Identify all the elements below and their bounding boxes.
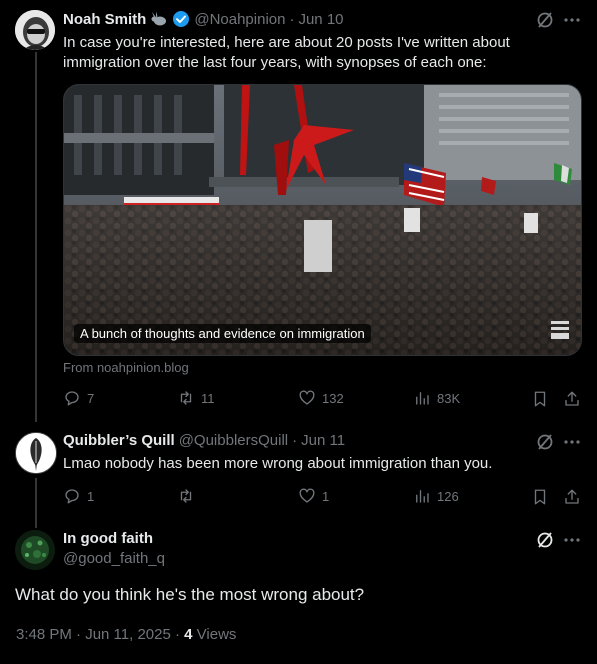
grok-icon[interactable] [535,432,555,452]
repost-count: 11 [201,390,215,406]
link-card[interactable]: A bunch of thoughts and evidence on immi… [63,84,582,356]
bookmark-icon [534,489,546,505]
post-timestamp-row: 3:48 PM · Jun 11, 2025 · 4 Views [16,626,236,643]
post-text: Lmao nobody has been more wrong about im… [63,455,493,472]
author-name[interactable]: Quibbler’s Quill [63,432,175,449]
like-button[interactable]: 132 [298,389,344,407]
views-icon [416,490,429,503]
share-icon [565,489,579,504]
post-timestamp[interactable]: 3:48 PM · Jun 11, 2025 · [16,626,180,643]
post1-header: Noah Smith @Noahpinion · Jun 10 [63,10,344,28]
author-handle[interactable]: @QuibblersQuill [179,432,288,449]
grok-icon[interactable] [535,10,555,30]
share-button[interactable] [562,487,582,507]
avatar-good-faith[interactable] [15,530,55,570]
card-source[interactable]: From noahpinion.blog [63,360,189,375]
more-icon[interactable] [562,432,582,452]
post-date[interactable]: Jun 11 [301,432,345,449]
author-name[interactable]: Noah Smith [63,11,146,28]
reply-button[interactable]: 7 [63,389,94,407]
share-button[interactable] [562,389,582,409]
bunny-icon [150,11,168,27]
thread-line-1 [35,52,37,422]
bookmark-button[interactable] [530,487,550,507]
views-count: 4 [184,626,193,643]
post-date[interactable]: Jun 10 [298,11,343,28]
reply-icon [65,489,79,504]
share-icon [565,391,579,406]
bookmark-button[interactable] [530,389,550,409]
thread-line-2 [35,478,37,528]
bookmark-icon [534,391,546,407]
reply-icon [65,391,79,406]
like-icon [299,390,315,405]
author-name[interactable]: In good faith [63,530,153,547]
post2-header: Quibbler’s Quill @QuibblersQuill · Jun 1… [63,432,345,449]
avatar-noah[interactable] [15,10,55,50]
reply-count: 1 [87,488,95,504]
verified-badge-icon [172,10,190,28]
repost-icon [180,391,192,405]
more-icon[interactable] [562,530,582,550]
post-text: In case you're interested, here are abou… [63,34,510,71]
views-button[interactable]: 126 [413,487,459,505]
card-title: A bunch of thoughts and evidence on immi… [74,324,371,343]
post-text: What do you think he's the most wrong ab… [15,585,365,604]
separator-dot: · [289,10,295,28]
views-label: Views [196,626,237,643]
reply-button[interactable]: 1 [63,487,94,505]
grok-icon[interactable] [535,530,555,550]
card-image [64,85,581,355]
repost-button[interactable] [177,487,201,505]
like-icon [299,488,315,503]
reply-count: 7 [87,390,95,406]
like-button[interactable]: 1 [298,487,329,505]
author-handle[interactable]: @good_faith_q [63,550,165,567]
views-count: 126 [437,488,459,504]
like-count: 1 [322,488,330,504]
avatar-quibbler[interactable] [15,432,57,474]
repost-button[interactable]: 11 [177,389,215,407]
repost-icon [180,489,192,503]
views-icon [416,392,429,405]
author-handle[interactable]: @Noahpinion [194,11,285,28]
like-count: 132 [322,390,344,406]
separator-dot: · [292,432,298,449]
more-icon[interactable] [562,10,582,30]
views-count: 83K [437,390,461,406]
views-button[interactable]: 83K [413,389,460,407]
